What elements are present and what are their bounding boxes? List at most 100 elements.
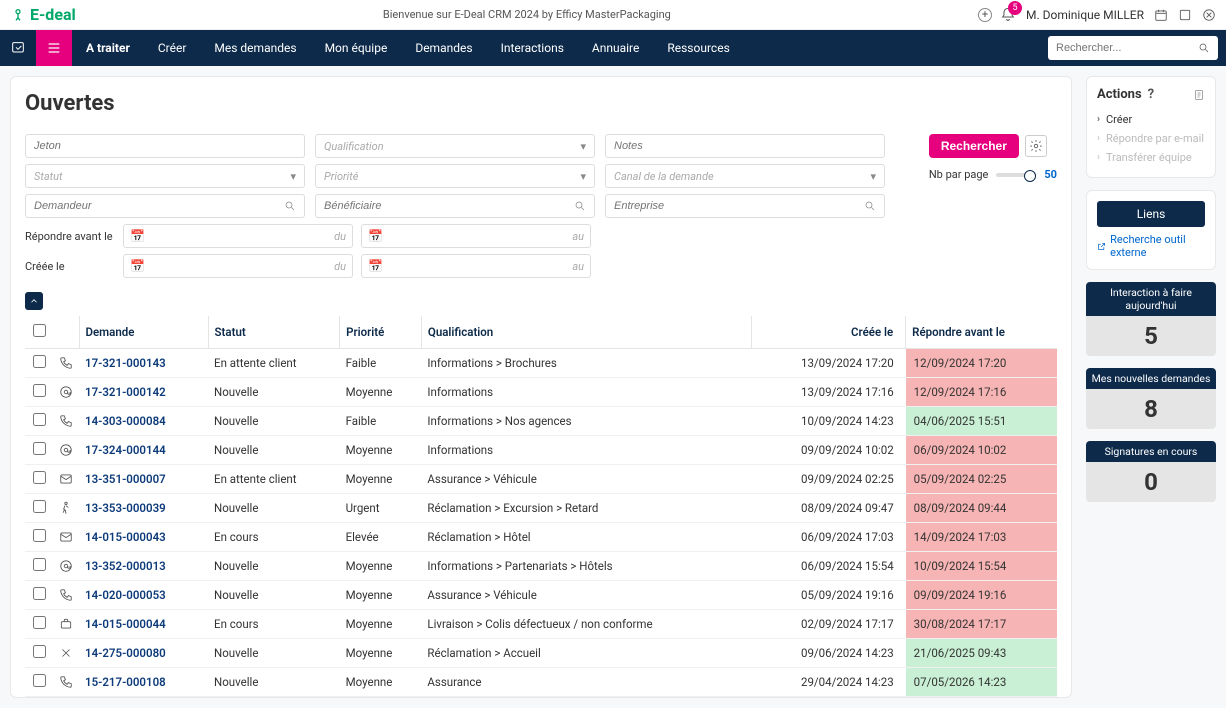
statut-cell: Nouvelle bbox=[208, 378, 340, 407]
col-qualification[interactable]: Qualification bbox=[421, 316, 751, 349]
row-checkbox[interactable] bbox=[33, 471, 46, 484]
col-repondre[interactable]: Répondre avant le bbox=[906, 316, 1057, 349]
demande-link[interactable]: 13-353-000039 bbox=[85, 501, 166, 515]
row-checkbox[interactable] bbox=[33, 616, 46, 629]
nav-item-6[interactable]: Annuaire bbox=[578, 30, 653, 66]
perpage-slider[interactable] bbox=[996, 173, 1036, 177]
welcome-text: Bienvenue sur E-Deal CRM 2024 by Efficy … bbox=[84, 8, 970, 21]
external-link-icon bbox=[1097, 241, 1106, 252]
priorite-cell: Moyenne bbox=[340, 581, 422, 610]
channel-icon bbox=[53, 465, 79, 494]
search-button[interactable]: Rechercher bbox=[929, 134, 1019, 158]
filter-entreprise[interactable] bbox=[605, 194, 885, 218]
row-checkbox[interactable] bbox=[33, 558, 46, 571]
priorite-cell: Moyenne bbox=[340, 465, 422, 494]
select-all-checkbox[interactable] bbox=[33, 324, 46, 337]
brand-logo[interactable]: E-deal bbox=[10, 5, 76, 24]
row-checkbox[interactable] bbox=[33, 500, 46, 513]
demande-link[interactable]: 17-321-000142 bbox=[85, 385, 166, 399]
row-checkbox[interactable] bbox=[33, 645, 46, 658]
filter-demandeur[interactable] bbox=[25, 194, 305, 218]
table-row: 13-351-000007En attente clientMoyenneAss… bbox=[25, 465, 1057, 494]
table-row: 14-015-000044En coursMoyenneLivraison > … bbox=[25, 610, 1057, 639]
demande-link[interactable]: 13-352-000013 bbox=[85, 559, 166, 573]
row-checkbox[interactable] bbox=[33, 413, 46, 426]
liens-button[interactable]: Liens bbox=[1097, 201, 1205, 227]
demande-link[interactable]: 17-321-000143 bbox=[85, 356, 166, 370]
perpage-label: Nb par page bbox=[929, 168, 989, 181]
demande-link[interactable]: 14-020-000053 bbox=[85, 588, 166, 602]
logo-icon bbox=[10, 7, 26, 23]
repondre-cell: 07/05/2026 14:23 bbox=[906, 668, 1057, 697]
nav-item-2[interactable]: Mes demandes bbox=[200, 30, 310, 66]
global-search[interactable] bbox=[1048, 36, 1218, 60]
row-checkbox[interactable] bbox=[33, 384, 46, 397]
date-creee-from[interactable]: 📅du bbox=[123, 254, 353, 278]
demande-link[interactable]: 14-015-000044 bbox=[85, 617, 166, 631]
filter-beneficiaire[interactable] bbox=[315, 194, 595, 218]
date-creee-to[interactable]: 📅au bbox=[361, 254, 591, 278]
username[interactable]: M. Dominique MILLER bbox=[1026, 8, 1144, 22]
demande-link[interactable]: 14-015-000043 bbox=[85, 530, 166, 544]
demande-link[interactable]: 14-275-000080 bbox=[85, 646, 166, 660]
row-checkbox[interactable] bbox=[33, 355, 46, 368]
help-icon[interactable]: ? bbox=[1148, 87, 1154, 102]
stat-value: 5 bbox=[1086, 316, 1216, 356]
add-icon[interactable]: + bbox=[978, 8, 992, 22]
nav-item-3[interactable]: Mon équipe bbox=[311, 30, 402, 66]
row-checkbox[interactable] bbox=[33, 442, 46, 455]
filter-notes[interactable] bbox=[605, 134, 885, 158]
close-icon[interactable] bbox=[1202, 8, 1216, 22]
search-settings-button[interactable] bbox=[1025, 135, 1047, 157]
chevron-down-icon: ▾ bbox=[580, 140, 586, 153]
nav-item-0[interactable]: A traiter bbox=[72, 30, 144, 66]
creee-cell: 05/09/2024 19:16 bbox=[752, 581, 906, 610]
nav-item-5[interactable]: Interactions bbox=[487, 30, 578, 66]
nav-item-1[interactable]: Créer bbox=[144, 30, 201, 66]
label-repondre-avant: Répondre avant le bbox=[25, 230, 115, 243]
window-icon[interactable] bbox=[1178, 8, 1192, 22]
channel-icon bbox=[53, 552, 79, 581]
filter-canal[interactable]: Canal de la demande▾ bbox=[605, 164, 885, 188]
statut-cell: En attente client bbox=[208, 349, 340, 378]
repondre-cell: 06/09/2024 10:02 bbox=[906, 436, 1057, 465]
row-checkbox[interactable] bbox=[33, 529, 46, 542]
external-search-link[interactable]: Recherche outil externe bbox=[1097, 233, 1205, 259]
row-checkbox[interactable] bbox=[33, 587, 46, 600]
export-icon[interactable] bbox=[1193, 89, 1205, 101]
creee-cell: 13/09/2024 17:20 bbox=[752, 349, 906, 378]
stat-card[interactable]: Signatures en cours0 bbox=[1086, 441, 1216, 502]
repondre-cell: 12/09/2024 17:16 bbox=[906, 378, 1057, 407]
demande-link[interactable]: 14-303-000084 bbox=[85, 414, 166, 428]
hamburger-menu[interactable] bbox=[36, 30, 72, 66]
collapse-filters-button[interactable] bbox=[25, 292, 43, 310]
calendar-icon[interactable] bbox=[1154, 8, 1168, 22]
main-panel: Ouvertes Qualification▾ Statut▾ Priorité… bbox=[10, 76, 1072, 698]
filter-priorite[interactable]: Priorité▾ bbox=[315, 164, 595, 188]
col-creee[interactable]: Créée le bbox=[752, 316, 906, 349]
date-repondre-from[interactable]: 📅du bbox=[123, 224, 353, 248]
repondre-cell: 21/06/2025 09:43 bbox=[906, 639, 1057, 668]
action-cr-er[interactable]: ›Créer bbox=[1097, 110, 1205, 129]
col-priorite[interactable]: Priorité bbox=[340, 316, 422, 349]
stat-card[interactable]: Mes nouvelles demandes8 bbox=[1086, 368, 1216, 429]
demande-link[interactable]: 13-351-000007 bbox=[85, 472, 166, 486]
qualification-cell: Informations bbox=[421, 436, 751, 465]
nav-item-7[interactable]: Ressources bbox=[653, 30, 743, 66]
filter-jeton[interactable] bbox=[25, 134, 305, 158]
notifications-button[interactable]: 5 bbox=[1000, 7, 1016, 23]
nav-item-4[interactable]: Demandes bbox=[401, 30, 486, 66]
filter-statut[interactable]: Statut▾ bbox=[25, 164, 305, 188]
col-demande[interactable]: Demande bbox=[79, 316, 208, 349]
demande-link[interactable]: 17-324-000144 bbox=[85, 443, 166, 457]
row-checkbox[interactable] bbox=[33, 674, 46, 687]
priorite-cell: Moyenne bbox=[340, 436, 422, 465]
date-repondre-to[interactable]: 📅au bbox=[361, 224, 591, 248]
col-statut[interactable]: Statut bbox=[208, 316, 340, 349]
stat-card[interactable]: Interaction à faire aujourd'hui5 bbox=[1086, 282, 1216, 356]
creee-cell: 09/09/2024 10:02 bbox=[752, 436, 906, 465]
demande-link[interactable]: 15-217-000108 bbox=[85, 675, 166, 689]
filter-qualification[interactable]: Qualification▾ bbox=[315, 134, 595, 158]
nav-quick-icon[interactable] bbox=[0, 30, 36, 66]
global-search-input[interactable] bbox=[1056, 42, 1198, 54]
